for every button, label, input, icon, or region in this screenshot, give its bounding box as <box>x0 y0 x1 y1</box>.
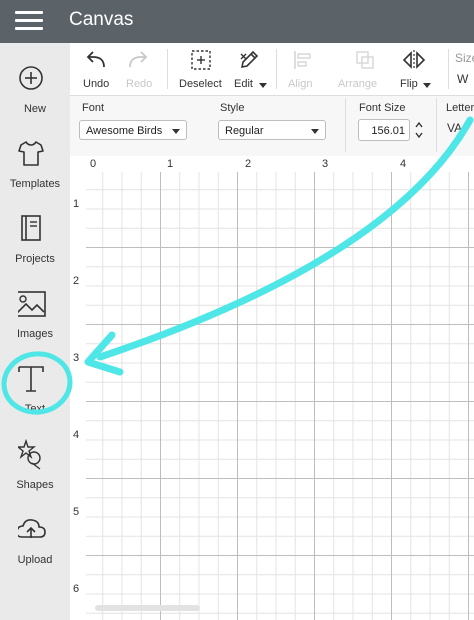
sidebar-item-label: New <box>23 103 46 115</box>
canvas-grid[interactable] <box>86 172 474 620</box>
sidebar-item-text[interactable]: Text <box>0 363 70 433</box>
sidebar-item-templates[interactable]: Templates <box>0 138 70 208</box>
shapes-icon <box>18 439 41 470</box>
arrange-icon <box>356 51 374 69</box>
font-size-stepper[interactable] <box>413 119 425 141</box>
sidebar-item-projects[interactable]: Projects <box>0 213 70 283</box>
app-title: Canvas <box>69 9 134 30</box>
redo-icon <box>129 51 148 68</box>
ruler-label: 4 <box>400 158 407 170</box>
style-select[interactable]: Regular <box>218 120 326 140</box>
align-button[interactable]: Align <box>286 43 320 95</box>
menu-icon[interactable] <box>15 11 43 31</box>
ruler-label: 0 <box>90 158 97 170</box>
ruler-label: 4 <box>73 429 80 441</box>
font-select[interactable]: Awesome Birds <box>79 120 187 140</box>
design-canvas[interactable]: 0 1 2 3 4 1 2 3 4 5 6 <box>70 156 474 620</box>
chevron-down-icon <box>423 83 431 88</box>
undo-icon <box>86 51 105 68</box>
font-select-value: Awesome Birds <box>86 125 163 137</box>
align-icon <box>294 51 311 69</box>
letter-space-label: Letter <box>446 102 474 114</box>
horizontal-scrollbar[interactable] <box>95 605 200 611</box>
cloud-upload-icon <box>18 519 46 538</box>
toolbar-divider <box>345 98 346 152</box>
deselect-icon <box>191 50 211 70</box>
redo-button[interactable]: Redo <box>123 43 159 95</box>
sidebar-item-label: Shapes <box>16 479 54 491</box>
flip-icon <box>402 50 426 70</box>
font-size-label: Font Size <box>359 102 406 114</box>
top-toolbar: Undo Redo Deselect Edit Align Arrange Fl… <box>70 43 474 96</box>
edit-pencil-icon <box>240 50 259 69</box>
sidebar-item-label: Upload <box>17 554 53 566</box>
toolbar-divider <box>448 49 449 89</box>
sidebar-item-label: Images <box>16 328 54 340</box>
vertical-ruler: 1 2 3 4 5 6 <box>70 172 87 620</box>
chevron-down-icon <box>172 129 180 134</box>
sidebar-item-new[interactable]: New <box>0 63 70 133</box>
edit-button[interactable]: Edit <box>232 43 270 95</box>
size-width-label[interactable]: W <box>457 72 468 86</box>
arrange-button[interactable]: Arrange <box>334 43 384 95</box>
image-icon <box>18 291 46 317</box>
flip-button[interactable]: Flip <box>398 43 438 95</box>
ruler-label: 3 <box>73 352 80 364</box>
sidebar-item-shapes[interactable]: Shapes <box>0 439 70 509</box>
deselect-button[interactable]: Deselect <box>178 43 224 95</box>
book-icon <box>21 215 41 241</box>
sidebar-item-label: Text <box>24 403 46 415</box>
sidebar-item-images[interactable]: Images <box>0 288 70 358</box>
toolbar-divider <box>276 49 277 89</box>
ruler-label: 3 <box>322 158 329 170</box>
style-select-value: Regular <box>225 125 264 137</box>
ruler-label: 2 <box>73 275 80 287</box>
chevron-down-icon <box>311 129 319 134</box>
undo-button[interactable]: Undo <box>80 43 120 95</box>
style-label: Style <box>220 102 245 114</box>
ruler-label: 2 <box>245 158 252 170</box>
sidebar-item-upload[interactable]: Upload <box>0 514 70 584</box>
ruler-label: 1 <box>167 158 174 170</box>
letter-space-icon[interactable]: VA <box>447 121 462 135</box>
toolbar-divider <box>436 98 437 152</box>
horizontal-ruler: 0 1 2 3 4 <box>70 156 474 173</box>
text-t-icon <box>18 366 44 392</box>
text-properties-bar: Font Awesome Birds Style Regular Font Si… <box>70 96 474 157</box>
left-sidebar: New Templates Projects Images Text Shape… <box>0 43 71 620</box>
size-label: Size <box>455 51 474 65</box>
ruler-label: 5 <box>73 506 80 518</box>
sidebar-item-label: Templates <box>9 178 61 190</box>
sidebar-item-label: Projects <box>15 253 55 265</box>
tshirt-icon <box>18 141 44 166</box>
font-label: Font <box>82 102 105 114</box>
ruler-label: 1 <box>73 198 80 210</box>
top-bar: Canvas <box>0 0 474 43</box>
chevron-down-icon <box>259 83 267 88</box>
plus-circle-icon <box>19 66 43 90</box>
font-size-input[interactable]: 156.01 <box>358 119 410 141</box>
ruler-label: 6 <box>73 583 80 595</box>
toolbar-divider <box>167 49 168 89</box>
